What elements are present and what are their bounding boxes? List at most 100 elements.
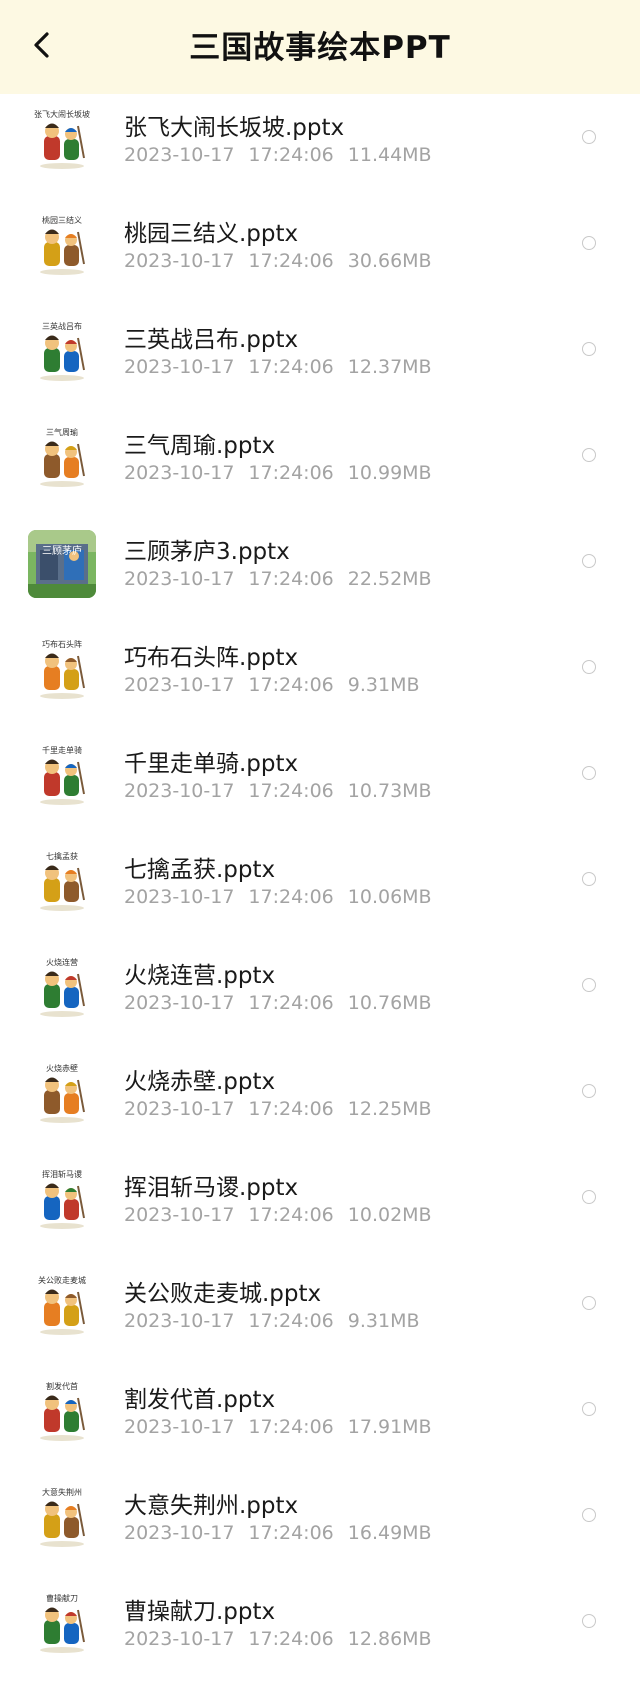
select-radio[interactable] bbox=[582, 1190, 596, 1204]
file-thumbnail: 火烧连营 bbox=[28, 954, 96, 1022]
file-list-item[interactable]: 大意失荆州 大意失荆州.pptx 2023-10-17 17:24:06 16.49… bbox=[0, 1472, 640, 1578]
thumbnail-caption: 挥泪斩马谡 bbox=[42, 1170, 82, 1179]
file-thumbnail: 曹操献刀 bbox=[28, 1590, 96, 1658]
thumbnail-caption: 三气周瑜 bbox=[46, 428, 78, 437]
file-date: 2023-10-17 bbox=[124, 992, 235, 1014]
file-name: 火烧连营.pptx bbox=[124, 963, 276, 989]
file-size: 10.73MB bbox=[347, 780, 432, 802]
file-thumbnail: 关公败走麦城 bbox=[28, 1272, 96, 1340]
thumbnail-caption: 曹操献刀 bbox=[46, 1594, 78, 1603]
file-list-item[interactable]: 三英战吕布 三英战吕布.pptx 2023-10-17 17:24:06 12.37… bbox=[0, 306, 640, 412]
file-thumbnail: 大意失荆州 bbox=[28, 1484, 96, 1552]
select-radio[interactable] bbox=[582, 766, 596, 780]
select-radio[interactable] bbox=[582, 130, 596, 144]
file-time: 17:24:06 bbox=[248, 1098, 334, 1120]
file-date: 2023-10-17 bbox=[124, 1628, 235, 1650]
file-meta: 2023-10-17 17:24:06 10.06MB bbox=[124, 886, 446, 908]
select-radio[interactable] bbox=[582, 1084, 596, 1098]
select-radio[interactable] bbox=[582, 872, 596, 886]
file-date: 2023-10-17 bbox=[124, 250, 235, 272]
thumbnail-caption: 关公败走麦城 bbox=[38, 1276, 86, 1285]
file-list-item[interactable]: 火烧连营 火烧连营.pptx 2023-10-17 17:24:06 10.76MB bbox=[0, 942, 640, 1048]
select-radio[interactable] bbox=[582, 554, 596, 568]
select-radio[interactable] bbox=[582, 1508, 596, 1522]
thumbnail-caption: 桃园三结义 bbox=[42, 216, 82, 225]
file-list-item[interactable]: 火烧赤壁 火烧赤壁.pptx 2023-10-17 17:24:06 12.25MB bbox=[0, 1048, 640, 1154]
thumbnail-caption: 千里走单骑 bbox=[42, 746, 82, 755]
file-name: 七擒孟获.pptx bbox=[124, 857, 276, 883]
file-time: 17:24:06 bbox=[248, 568, 334, 590]
file-thumbnail: 桃园三结义 bbox=[28, 212, 96, 280]
file-time: 17:24:06 bbox=[248, 1522, 334, 1544]
file-name: 大意失荆州.pptx bbox=[124, 1493, 299, 1519]
file-size: 30.66MB bbox=[347, 250, 432, 272]
file-name: 三气周瑜.pptx bbox=[124, 433, 276, 459]
select-radio[interactable] bbox=[582, 1402, 596, 1416]
page-title: 三国故事绘本PPT bbox=[189, 30, 451, 66]
file-time: 17:24:06 bbox=[248, 1628, 334, 1650]
select-radio[interactable] bbox=[582, 342, 596, 356]
file-list-item[interactable]: 七擒孟获 七擒孟获.pptx 2023-10-17 17:24:06 10.06MB bbox=[0, 836, 640, 942]
select-radio[interactable] bbox=[582, 660, 596, 674]
file-size: 12.86MB bbox=[347, 1628, 432, 1650]
file-time: 17:24:06 bbox=[248, 1204, 334, 1226]
file-name: 千里走单骑.pptx bbox=[124, 751, 299, 777]
file-list-item[interactable]: 割发代首 割发代首.pptx 2023-10-17 17:24:06 17.91MB bbox=[0, 1366, 640, 1472]
file-date: 2023-10-17 bbox=[124, 144, 235, 166]
select-radio[interactable] bbox=[582, 1296, 596, 1310]
file-name: 关公败走麦城.pptx bbox=[124, 1281, 322, 1307]
file-name: 火烧赤壁.pptx bbox=[124, 1069, 276, 1095]
file-meta: 2023-10-17 17:24:06 17.91MB bbox=[124, 1416, 446, 1438]
file-time: 17:24:06 bbox=[248, 992, 334, 1014]
file-list-item[interactable]: 关公败走麦城 关公败走麦城.pptx 2023-10-17 17:24:06 9.3… bbox=[0, 1260, 640, 1366]
file-time: 17:24:06 bbox=[248, 674, 334, 696]
select-radio[interactable] bbox=[582, 978, 596, 992]
file-date: 2023-10-17 bbox=[124, 1310, 235, 1332]
file-list-item[interactable]: 桃园三结义 桃园三结义.pptx 2023-10-17 17:24:06 30.66… bbox=[0, 200, 640, 306]
file-date: 2023-10-17 bbox=[124, 568, 235, 590]
file-size: 22.52MB bbox=[347, 568, 432, 590]
file-name: 三顾茅庐3.pptx bbox=[124, 539, 290, 565]
file-name: 曹操献刀.pptx bbox=[124, 1599, 276, 1625]
file-list-item[interactable]: 巧布石头阵 巧布石头阵.pptx 2023-10-17 17:24:06 9.31M… bbox=[0, 624, 640, 730]
file-name: 三英战吕布.pptx bbox=[124, 327, 299, 353]
file-list-item[interactable]: 张飞大闹长坂坡 张飞大闹长坂坡.pptx 2023-10-17 17:24:06 1… bbox=[0, 94, 640, 200]
file-meta: 2023-10-17 17:24:06 30.66MB bbox=[124, 250, 446, 272]
file-name: 巧布石头阵.pptx bbox=[124, 645, 299, 671]
thumbnail-caption: 火烧赤壁 bbox=[46, 1064, 78, 1073]
file-time: 17:24:06 bbox=[248, 886, 334, 908]
select-radio[interactable] bbox=[582, 1614, 596, 1628]
file-size: 11.44MB bbox=[347, 144, 432, 166]
file-list-item[interactable]: 挥泪斩马谡 挥泪斩马谡.pptx 2023-10-17 17:24:06 10.02… bbox=[0, 1154, 640, 1260]
file-name: 桃园三结义.pptx bbox=[124, 221, 299, 247]
file-time: 17:24:06 bbox=[248, 462, 334, 484]
file-meta: 2023-10-17 17:24:06 12.86MB bbox=[124, 1628, 446, 1650]
select-radio[interactable] bbox=[582, 448, 596, 462]
select-radio[interactable] bbox=[582, 236, 596, 250]
file-list-item[interactable]: 千里走单骑 千里走单骑.pptx 2023-10-17 17:24:06 10.73… bbox=[0, 730, 640, 836]
file-meta: 2023-10-17 17:24:06 10.76MB bbox=[124, 992, 446, 1014]
app-header: 三国故事绘本PPT bbox=[0, 0, 640, 94]
file-list-item[interactable]: 曹操献刀 曹操献刀.pptx 2023-10-17 17:24:06 12.86MB bbox=[0, 1578, 640, 1684]
file-date: 2023-10-17 bbox=[124, 1416, 235, 1438]
file-size: 10.76MB bbox=[347, 992, 432, 1014]
file-time: 17:24:06 bbox=[248, 1416, 334, 1438]
file-time: 17:24:06 bbox=[248, 1310, 334, 1332]
file-thumbnail: 三英战吕布 bbox=[28, 318, 96, 386]
file-thumbnail: 挥泪斩马谡 bbox=[28, 1166, 96, 1234]
file-meta: 2023-10-17 17:24:06 16.49MB bbox=[124, 1522, 446, 1544]
thumbnail-caption: 七擒孟获 bbox=[46, 852, 78, 861]
file-size: 10.02MB bbox=[347, 1204, 432, 1226]
file-date: 2023-10-17 bbox=[124, 1204, 235, 1226]
file-size: 16.49MB bbox=[347, 1522, 432, 1544]
file-list-item[interactable]: 三顾茅庐 三顾茅庐3.pptx 2023-10-17 17:24:06 22.52M… bbox=[0, 518, 640, 624]
file-meta: 2023-10-17 17:24:06 12.37MB bbox=[124, 356, 446, 378]
file-size: 10.99MB bbox=[347, 462, 432, 484]
file-list-item[interactable]: 三气周瑜 三气周瑜.pptx 2023-10-17 17:24:06 10.99MB bbox=[0, 412, 640, 518]
file-time: 17:24:06 bbox=[248, 356, 334, 378]
file-thumbnail: 三气周瑜 bbox=[28, 424, 96, 492]
file-thumbnail: 千里走单骑 bbox=[28, 742, 96, 810]
file-time: 17:24:06 bbox=[248, 250, 334, 272]
file-date: 2023-10-17 bbox=[124, 462, 235, 484]
file-meta: 2023-10-17 17:24:06 10.02MB bbox=[124, 1204, 446, 1226]
